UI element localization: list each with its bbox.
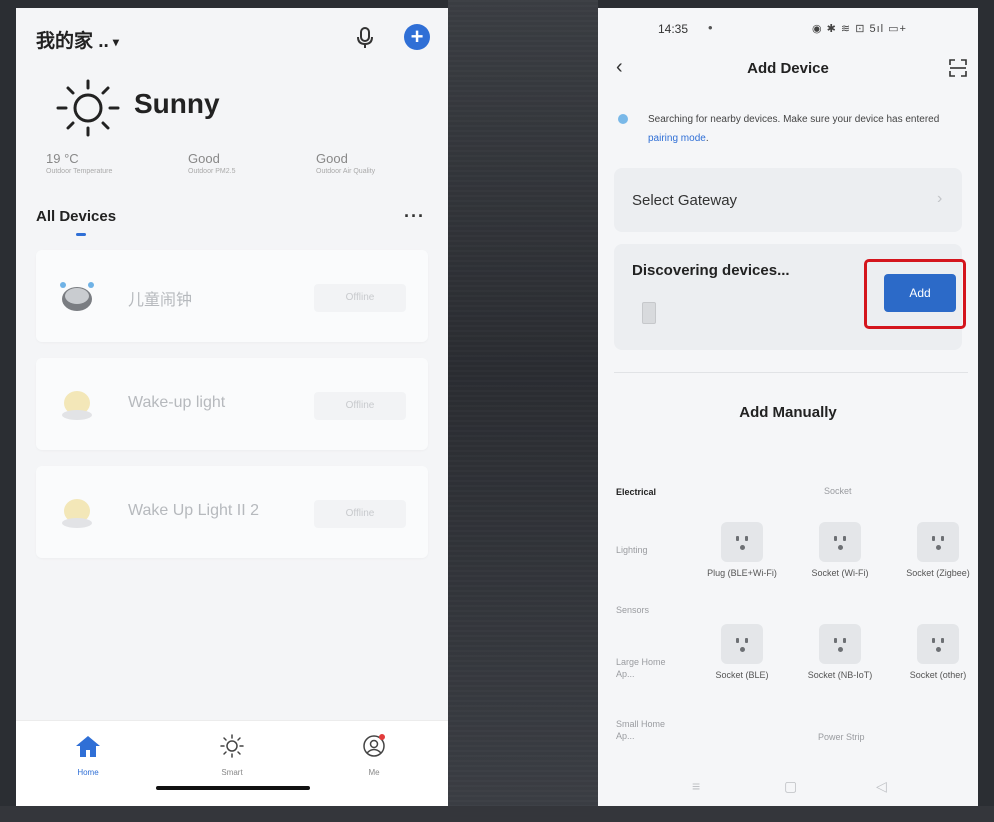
home-indicator — [156, 786, 310, 790]
status-time: 14:35 — [658, 22, 689, 36]
socket-icon — [917, 522, 959, 562]
socket-icon — [819, 624, 861, 664]
device-icon — [642, 302, 656, 324]
page-title: Add Device — [747, 60, 829, 77]
bulb-icon — [618, 114, 628, 124]
add-device-screen: 14:35 • ◉ ✱ ≋ ⊡ 5ıl ▭+ ‹ Add Device Sear… — [598, 8, 978, 806]
divider — [614, 372, 968, 373]
discovering-card: Discovering devices... Add — [614, 244, 966, 350]
category-small-home-appliances[interactable]: Small Home Ap... — [616, 718, 676, 742]
subcategory-title: Socket — [824, 486, 852, 496]
stat-label: Outdoor Air Quality — [316, 168, 376, 175]
nav-bar: ‹ Add Device — [598, 54, 978, 84]
product-name: Socket (Zigbee) — [906, 568, 970, 578]
stat-value: Good — [316, 151, 348, 166]
background-gap — [448, 0, 598, 822]
tab-home[interactable]: Home — [48, 733, 128, 777]
search-tip: Searching for nearby devices. Make sure … — [618, 110, 963, 148]
device-card[interactable]: 儿童闹钟 Offline — [36, 250, 428, 342]
device-name: Wake Up Light II 2 — [128, 502, 260, 519]
status-icons: ◉ ✱ ≋ ⊡ 5ıl ▭+ — [812, 23, 907, 35]
home-selector[interactable]: 我的家 .. ▾ — [36, 26, 119, 53]
system-nav-bar: ≡ ▢ ◁ — [598, 774, 978, 804]
stat-temperature: 19 °C Outdoor Temperature — [46, 151, 112, 175]
product-name: Socket (Wi-Fi) — [811, 568, 869, 578]
tab-label: Smart — [221, 768, 243, 777]
tab-me[interactable]: Me — [334, 733, 414, 777]
notification-icon: • — [708, 20, 713, 35]
stat-pm25: Good Outdoor PM2.5 — [188, 151, 235, 175]
category-sensors[interactable]: Sensors — [616, 604, 649, 616]
product-item[interactable]: Socket (BLE) — [702, 624, 782, 681]
discovering-title: Discovering devices... — [632, 262, 790, 279]
background-bottom — [0, 806, 994, 822]
sun-icon — [220, 734, 244, 758]
device-card[interactable]: Wake-up light Offline — [36, 358, 428, 450]
menu-icon[interactable]: ≡ — [692, 778, 700, 794]
product-name: Socket (other) — [909, 670, 967, 680]
add-manually-title: Add Manually — [739, 404, 837, 421]
chevron-right-icon: › — [937, 190, 943, 207]
select-gateway-label: Select Gateway — [632, 192, 738, 209]
home-header: 我的家 .. ▾ + — [16, 8, 448, 68]
tab-label: Me — [368, 768, 380, 777]
subcategory-power-strip: Power Strip — [818, 732, 865, 742]
home-screen: 我的家 .. ▾ + Sunny 19 °C Outdoor Temperatur… — [16, 8, 448, 806]
microphone-icon[interactable] — [356, 26, 374, 50]
all-devices-tab[interactable]: All Devices — [36, 208, 116, 225]
home-square-icon[interactable]: ▢ — [784, 778, 797, 795]
stat-value: Good — [188, 151, 220, 166]
home-name: 我的家 .. — [36, 31, 109, 52]
lamp-icon — [62, 499, 92, 528]
bottom-tab-bar: Home Smart Me — [16, 720, 448, 806]
chevron-down-icon: ▾ — [112, 34, 119, 49]
stat-value: 19 °C — [46, 151, 79, 166]
product-item[interactable]: Socket (Wi-Fi) — [800, 522, 880, 579]
status-bar: 14:35 • ◉ ✱ ≋ ⊡ 5ıl ▭+ — [598, 20, 978, 42]
back-triangle-icon[interactable]: ◁ — [876, 778, 887, 795]
device-status: Offline — [314, 284, 406, 312]
product-item[interactable]: Plug (BLE+Wi-Fi) — [702, 522, 782, 579]
socket-icon — [721, 624, 763, 664]
device-card[interactable]: Wake Up Light II 2 Offline — [36, 466, 428, 558]
product-item[interactable]: Socket (other) — [898, 624, 978, 681]
category-electrical[interactable]: Electrical — [616, 486, 656, 498]
category-large-home-appliances[interactable]: Large Home Ap... — [616, 656, 676, 680]
more-icon[interactable]: ··· — [404, 206, 425, 227]
device-name: 儿童闹钟 — [128, 292, 193, 309]
tip-text: Searching for nearby devices. Make sure … — [648, 114, 940, 125]
device-status: Offline — [314, 392, 406, 420]
socket-icon — [721, 522, 763, 562]
select-gateway-row[interactable]: Select Gateway › — [614, 168, 962, 232]
add-device-icon[interactable]: + — [404, 24, 430, 50]
product-name: Plug (BLE+Wi-Fi) — [707, 568, 777, 578]
product-item[interactable]: Socket (Zigbee) — [898, 522, 978, 579]
tab-smart[interactable]: Smart — [192, 733, 272, 777]
sun-weather-icon — [56, 79, 120, 137]
stat-label: Outdoor Temperature — [46, 168, 113, 175]
socket-icon — [917, 624, 959, 664]
socket-icon — [819, 522, 861, 562]
alarm-clock-icon — [60, 282, 94, 311]
scan-icon[interactable] — [948, 58, 968, 78]
stat-air-quality: Good Outdoor Air Quality — [316, 151, 375, 175]
weather-condition: Sunny — [134, 88, 220, 119]
category-lighting[interactable]: Lighting — [616, 544, 648, 556]
stat-label: Outdoor PM2.5 — [188, 168, 236, 175]
add-button[interactable]: Add — [884, 274, 956, 312]
lamp-icon — [62, 391, 92, 420]
product-item[interactable]: Socket (NB-IoT) — [800, 624, 880, 681]
device-name: Wake-up light — [128, 394, 226, 411]
tab-indicator — [76, 233, 86, 236]
product-name: Socket (BLE) — [715, 670, 769, 680]
pairing-mode-link[interactable]: pairing mode — [648, 133, 706, 144]
home-icon — [76, 736, 100, 757]
tab-label: Home — [77, 768, 99, 777]
device-status: Offline — [314, 500, 406, 528]
profile-icon — [363, 734, 385, 757]
product-name: Socket (NB-IoT) — [807, 670, 873, 680]
